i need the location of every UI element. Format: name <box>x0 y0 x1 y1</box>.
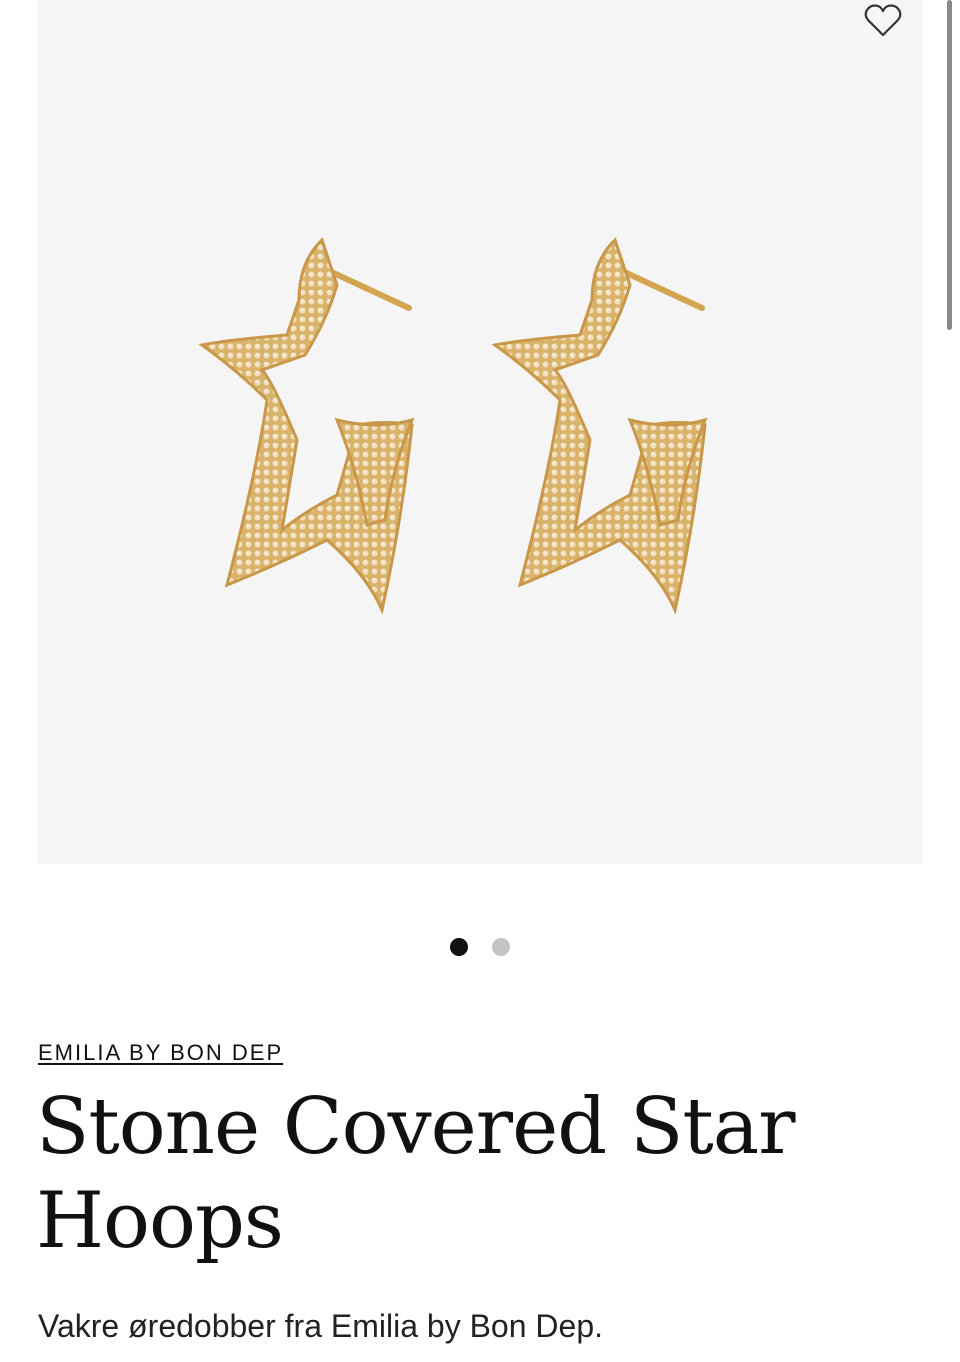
product-page: EMILIA BY BON DEP Stone Covered Star Hoo… <box>0 0 960 1362</box>
brand-link[interactable]: EMILIA BY BON DEP <box>38 1040 283 1066</box>
left-earring <box>198 237 415 615</box>
earrings-image <box>198 237 708 615</box>
product-image[interactable] <box>37 0 923 864</box>
gallery-dot-2[interactable] <box>492 938 510 956</box>
product-title: Stone Covered Star Hoops <box>36 1082 796 1266</box>
right-earring <box>491 237 708 615</box>
heart-outline-icon <box>864 4 902 37</box>
product-description: Vakre øredobber fra Emilia by Bon Dep. <box>38 1308 603 1344</box>
wishlist-button[interactable] <box>860 0 906 40</box>
gallery-dot-1[interactable] <box>450 938 468 956</box>
scrollbar[interactable] <box>947 0 952 330</box>
gallery-pagination <box>0 938 960 956</box>
